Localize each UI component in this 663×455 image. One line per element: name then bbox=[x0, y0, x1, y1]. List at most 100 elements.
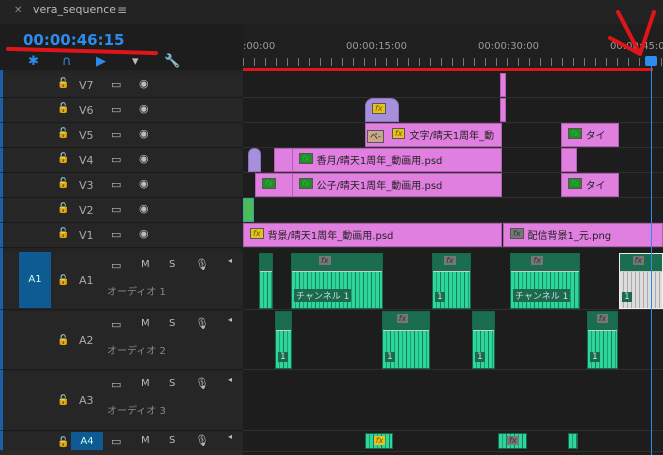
sync-lock-icon[interactable]: ▭ bbox=[111, 435, 121, 448]
clip[interactable] bbox=[274, 148, 293, 172]
track-name[interactable]: A3 bbox=[79, 394, 94, 407]
sync-lock-icon[interactable]: ▭ bbox=[111, 259, 121, 272]
solo-button[interactable]: S bbox=[169, 259, 175, 270]
audio-clip[interactable]: 1 bbox=[275, 311, 292, 369]
microphone-icon[interactable]: 🎙 bbox=[195, 434, 209, 447]
audio-clip[interactable]: fx 1 bbox=[382, 311, 430, 369]
lock-icon[interactable]: 🔓 bbox=[57, 103, 69, 114]
audio-clip[interactable]: fx 1 bbox=[587, 311, 618, 369]
fx-badge: fx bbox=[510, 228, 524, 239]
solo-button[interactable]: S bbox=[169, 435, 175, 446]
clip[interactable]: fx bbox=[255, 173, 293, 197]
eye-icon[interactable]: ◉ bbox=[139, 102, 149, 115]
clip[interactable]: fx タイ bbox=[561, 173, 619, 197]
source-patch-A4[interactable]: A4 bbox=[71, 432, 103, 452]
audio-clip[interactable]: 1 bbox=[472, 311, 495, 369]
eye-icon[interactable]: ◉ bbox=[139, 202, 149, 215]
hamburger-icon[interactable]: ≡ bbox=[117, 3, 127, 17]
sync-lock-icon[interactable]: ▭ bbox=[111, 378, 121, 391]
sync-lock-icon[interactable]: ▭ bbox=[111, 203, 121, 216]
linked-selection-icon[interactable]: ▶ bbox=[96, 54, 106, 69]
audio-clip[interactable]: fx チャンネル 1 bbox=[291, 253, 383, 309]
sync-lock-icon[interactable]: ▭ bbox=[111, 153, 121, 166]
add-marker-icon[interactable]: ▾ bbox=[132, 54, 139, 69]
lock-icon[interactable]: 🔓 bbox=[57, 153, 69, 164]
eye-icon[interactable]: ◉ bbox=[139, 227, 149, 240]
mute-button[interactable]: M bbox=[141, 259, 150, 270]
eye-icon[interactable]: ◉ bbox=[139, 77, 149, 90]
clip[interactable] bbox=[500, 98, 506, 122]
clip[interactable]: fx bbox=[365, 98, 399, 122]
eye-icon[interactable]: ◉ bbox=[139, 177, 149, 190]
clip[interactable]: fx タイ bbox=[561, 123, 619, 147]
lock-icon[interactable]: 🔓 bbox=[57, 228, 69, 239]
close-icon[interactable]: ✕ bbox=[14, 5, 22, 16]
track-name[interactable]: V7 bbox=[79, 79, 94, 92]
audio-clip[interactable]: fx bbox=[365, 433, 393, 449]
lock-icon[interactable]: 🔓 bbox=[57, 178, 69, 189]
mute-button[interactable]: M bbox=[141, 435, 150, 446]
audio-clip[interactable] bbox=[259, 253, 273, 309]
clip[interactable]: fx 配信背景1_元.png bbox=[503, 223, 663, 247]
sequence-tab-title[interactable]: vera_sequence bbox=[33, 3, 116, 16]
volume-icon[interactable]: ◂ bbox=[228, 315, 232, 324]
track-name[interactable]: V5 bbox=[79, 129, 94, 142]
sync-lock-icon[interactable]: ▭ bbox=[111, 103, 121, 116]
mute-button[interactable]: M bbox=[141, 318, 150, 329]
volume-icon[interactable]: ◂ bbox=[228, 432, 232, 441]
track-name[interactable]: V3 bbox=[79, 179, 94, 192]
lock-icon[interactable]: 🔓 bbox=[57, 275, 69, 286]
lock-icon[interactable]: 🔓 bbox=[57, 335, 69, 346]
sync-lock-icon[interactable]: ▭ bbox=[111, 178, 121, 191]
solo-button[interactable]: S bbox=[169, 318, 175, 329]
video-track-header-V7: 🔓 V7 ▭ ◉ bbox=[3, 73, 243, 98]
track-name[interactable]: A2 bbox=[79, 334, 94, 347]
clip[interactable]: ペ-fx 文字/晴天1周年_動 bbox=[365, 123, 502, 147]
playhead-line[interactable] bbox=[651, 56, 652, 455]
clip[interactable] bbox=[248, 148, 261, 172]
clip[interactable]: fx 香月/晴天1周年_動画用.psd bbox=[292, 148, 502, 172]
nest-icon[interactable]: ✱ bbox=[28, 54, 39, 69]
snap-magnet-icon[interactable]: ∩ bbox=[62, 54, 72, 69]
work-area-bar[interactable] bbox=[243, 68, 653, 71]
track-name[interactable]: V4 bbox=[79, 154, 94, 167]
audio-clip[interactable] bbox=[568, 433, 578, 449]
sync-lock-icon[interactable]: ▭ bbox=[111, 318, 121, 331]
source-patch-A1[interactable]: A1 bbox=[19, 252, 51, 308]
microphone-icon[interactable]: 🎙 bbox=[195, 377, 209, 390]
audio-clip[interactable]: fx bbox=[498, 433, 527, 449]
volume-icon[interactable]: ◂ bbox=[228, 256, 232, 265]
lock-icon[interactable]: 🔓 bbox=[57, 395, 69, 406]
microphone-icon[interactable]: 🎙 bbox=[195, 317, 209, 330]
track-name[interactable]: V2 bbox=[79, 204, 94, 217]
horizontal-scrollbar[interactable] bbox=[0, 450, 243, 455]
audio-clip[interactable]: fx 1 bbox=[432, 253, 471, 309]
eye-icon[interactable]: ◉ bbox=[139, 152, 149, 165]
playhead-timecode[interactable]: 00:00:46:15 bbox=[23, 31, 125, 49]
solo-button[interactable]: S bbox=[169, 378, 175, 389]
track-name[interactable]: V6 bbox=[79, 104, 94, 117]
fx-badge: fx bbox=[596, 314, 609, 323]
clip[interactable] bbox=[243, 198, 254, 222]
wrench-settings-icon[interactable]: 🔧 bbox=[164, 54, 180, 69]
microphone-icon[interactable]: 🎙 bbox=[195, 258, 209, 271]
lock-icon[interactable]: 🔓 bbox=[57, 203, 69, 214]
mute-button[interactable]: M bbox=[141, 378, 150, 389]
clip[interactable] bbox=[500, 73, 506, 97]
sync-lock-icon[interactable]: ▭ bbox=[111, 78, 121, 91]
lock-icon[interactable]: 🔓 bbox=[57, 78, 69, 89]
sync-lock-icon[interactable]: ▭ bbox=[111, 228, 121, 241]
audio-clip[interactable]: fx チャンネル 1 bbox=[510, 253, 580, 309]
clip[interactable]: fx 公子/晴天1周年_動画用.psd bbox=[292, 173, 502, 197]
sync-lock-icon[interactable]: ▭ bbox=[111, 128, 121, 141]
clip[interactable]: fx 背景/晴天1周年_動画用.psd bbox=[243, 223, 502, 247]
eye-icon[interactable]: ◉ bbox=[139, 127, 149, 140]
audio-clip-selected[interactable]: fx 1 bbox=[619, 253, 663, 309]
fx-badge: fx bbox=[507, 436, 519, 445]
track-name[interactable]: A1 bbox=[79, 274, 94, 287]
volume-icon[interactable]: ◂ bbox=[228, 375, 232, 384]
track-name[interactable]: V1 bbox=[79, 229, 94, 242]
lock-icon[interactable]: 🔓 bbox=[57, 128, 69, 139]
lock-icon[interactable]: 🔓 bbox=[57, 437, 69, 448]
clip[interactable] bbox=[561, 148, 577, 172]
